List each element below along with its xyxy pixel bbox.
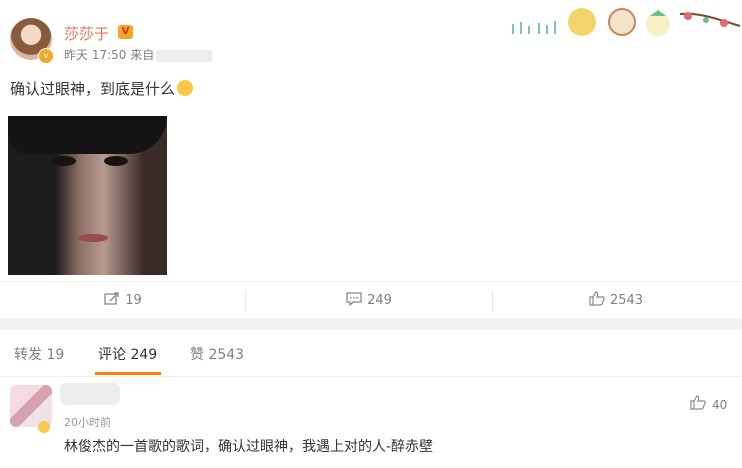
like-icon [589, 291, 605, 310]
comment-time: 20小时前 [64, 416, 111, 429]
like-icon [690, 395, 706, 414]
username[interactable]: 莎莎于 [64, 23, 109, 44]
detail-tabs: 转发 19 评论 249 赞 2543 [0, 330, 742, 377]
like-button[interactable]: 2543 [493, 282, 739, 319]
card-decoration [512, 8, 741, 36]
commenter-badge [38, 421, 50, 433]
post-meta: 昨天 17:50 来自 [64, 46, 213, 63]
vip-badge[interactable]: V [118, 25, 133, 39]
verified-badge: v [38, 48, 54, 64]
post-text: 确认过眼神，到底是什么 [10, 78, 194, 99]
photo-hair [8, 116, 167, 154]
post-time[interactable]: 昨天 17:50 [64, 48, 126, 62]
tab-comments[interactable]: 评论 249 [98, 344, 157, 364]
tab-likes[interactable]: 赞 2543 [190, 344, 244, 364]
post-action-bar: 19 249 2543 [0, 281, 742, 319]
post-text-content: 确认过眼神，到底是什么 [10, 80, 176, 98]
repost-button[interactable]: 19 [0, 282, 246, 319]
emoji-icon [177, 80, 194, 96]
like-count: 2543 [609, 293, 644, 308]
tab-repost[interactable]: 转发 19 [14, 344, 64, 364]
post-photo[interactable] [8, 116, 167, 275]
photo-lips [78, 234, 108, 242]
active-tab-indicator [95, 372, 161, 375]
comment-count: 249 [367, 293, 392, 308]
comment-button[interactable]: 249 [246, 282, 492, 319]
commenter-name-blurred[interactable] [60, 383, 120, 405]
source-prefix: 来自 [130, 48, 155, 62]
comment-icon [346, 291, 362, 310]
photo-eye-right [104, 156, 128, 166]
weibo-post-card: v 莎莎于 V 昨天 17:50 来自 确认过眼神，到底是什么 19 249 2… [0, 0, 742, 318]
comment-like-count: 40 [712, 397, 728, 412]
comment-text: 林俊杰的一首歌的歌词，确认过眼神，我遇上对的人-醉赤壁 [64, 439, 434, 455]
comment-like-button[interactable]: 40 [690, 395, 727, 414]
source-blurred [156, 49, 213, 62]
comment-item: 20小时前 林俊杰的一首歌的歌词，确认过眼神，我遇上对的人-醉赤壁 40 [0, 377, 742, 468]
photo-eye-left [52, 156, 76, 166]
repost-count: 19 [125, 293, 142, 308]
repost-icon [104, 291, 120, 310]
